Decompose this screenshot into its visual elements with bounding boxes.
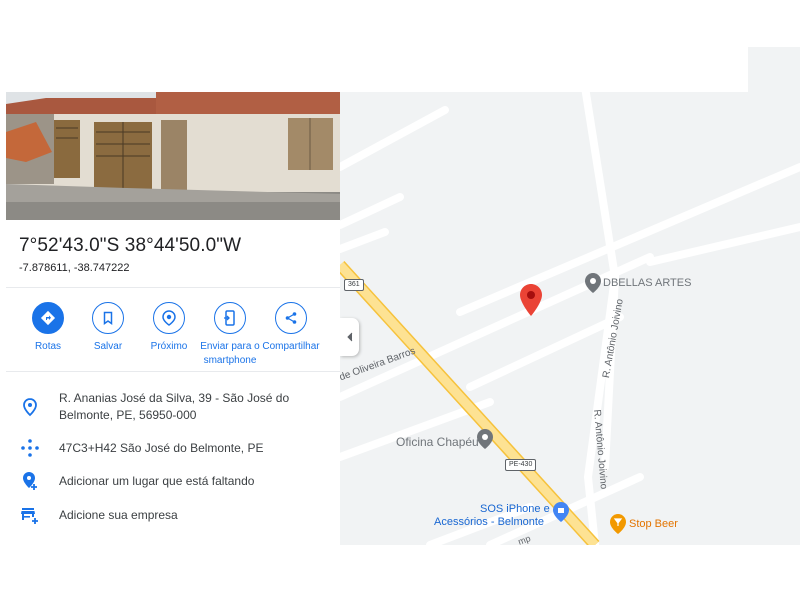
save-label: Salvar <box>93 341 123 352</box>
share-button[interactable]: Compartilhar <box>259 302 323 354</box>
add-business-icon <box>21 508 38 524</box>
address-text: R. Ananias José da Silva, 39 - São José … <box>59 391 290 422</box>
add-business-row[interactable]: Adicione sua empresa <box>6 505 340 527</box>
sos-iphone-label-line1[interactable]: SOS iPhone e <box>480 503 550 515</box>
street-view-photo[interactable] <box>6 92 340 220</box>
oficina-chapeu-pin-icon[interactable] <box>477 429 493 454</box>
bar-pin-icon[interactable] <box>610 514 626 539</box>
map-top-blank <box>340 47 748 92</box>
add-missing-place-text: Adicionar um lugar que está faltando <box>59 474 255 488</box>
dbellas-artes-label[interactable]: DBELLAS ARTES <box>603 277 691 289</box>
nearby-icon <box>153 302 185 334</box>
nearby-button[interactable]: Próximo <box>137 302 201 354</box>
chevron-left-icon <box>346 332 352 342</box>
plus-code-text: 47C3+H42 São José do Belmonte, PE <box>59 441 264 455</box>
add-missing-place-row[interactable]: Adicionar um lugar que está faltando <box>6 471 340 493</box>
directions-label: Rotas <box>34 341 62 352</box>
save-button[interactable]: Salvar <box>76 302 140 354</box>
share-label: Compartilhar <box>262 341 320 352</box>
send-to-phone-label: Enviar para o smartphone <box>200 341 260 366</box>
directions-button[interactable]: Rotas <box>16 302 80 354</box>
oficina-chapeu-label[interactable]: Oficina Chapéu <box>396 435 479 449</box>
side-panel: 7°52'43.0"S 38°44'50.0"W -7.878611, -38.… <box>6 92 340 545</box>
location-pin-icon <box>23 398 37 417</box>
shopping-pin-icon[interactable] <box>553 502 569 527</box>
route-pe430-shield: PE-430 <box>505 459 537 471</box>
add-location-icon <box>23 472 37 490</box>
route-361-shield: 361 <box>344 279 364 291</box>
divider <box>6 371 340 372</box>
collapse-panel-button[interactable] <box>340 318 359 356</box>
map-roads <box>340 83 800 545</box>
stop-beer-label[interactable]: Stop Beer <box>629 518 678 530</box>
send-to-phone-button[interactable]: Enviar para o smartphone <box>198 302 262 368</box>
location-marker-icon[interactable] <box>520 284 542 321</box>
share-icon <box>275 302 307 334</box>
bookmark-icon <box>92 302 124 334</box>
coordinates-title: 7°52'43.0"S 38°44'50.0"W <box>19 235 242 256</box>
divider <box>6 287 340 288</box>
nearby-label: Próximo <box>150 341 188 352</box>
maps-app: 361 PE-430 de Oliveira Barros R. Antônio… <box>0 0 800 600</box>
plus-code-row[interactable]: 47C3+H42 São José do Belmonte, PE <box>6 438 340 460</box>
plus-code-icon <box>21 439 39 457</box>
map-canvas[interactable]: 361 PE-430 de Oliveira Barros R. Antônio… <box>340 47 800 545</box>
address-row[interactable]: R. Ananias José da Silva, 39 - São José … <box>6 390 340 428</box>
send-to-phone-icon <box>214 302 246 334</box>
add-business-text: Adicione sua empresa <box>59 508 178 522</box>
dbellas-artes-pin-icon[interactable] <box>585 273 601 298</box>
sos-iphone-label-line2[interactable]: Acessórios - Belmonte <box>434 516 544 528</box>
directions-icon <box>32 302 64 334</box>
coordinates-decimal[interactable]: -7.878611, -38.747222 <box>19 262 130 274</box>
